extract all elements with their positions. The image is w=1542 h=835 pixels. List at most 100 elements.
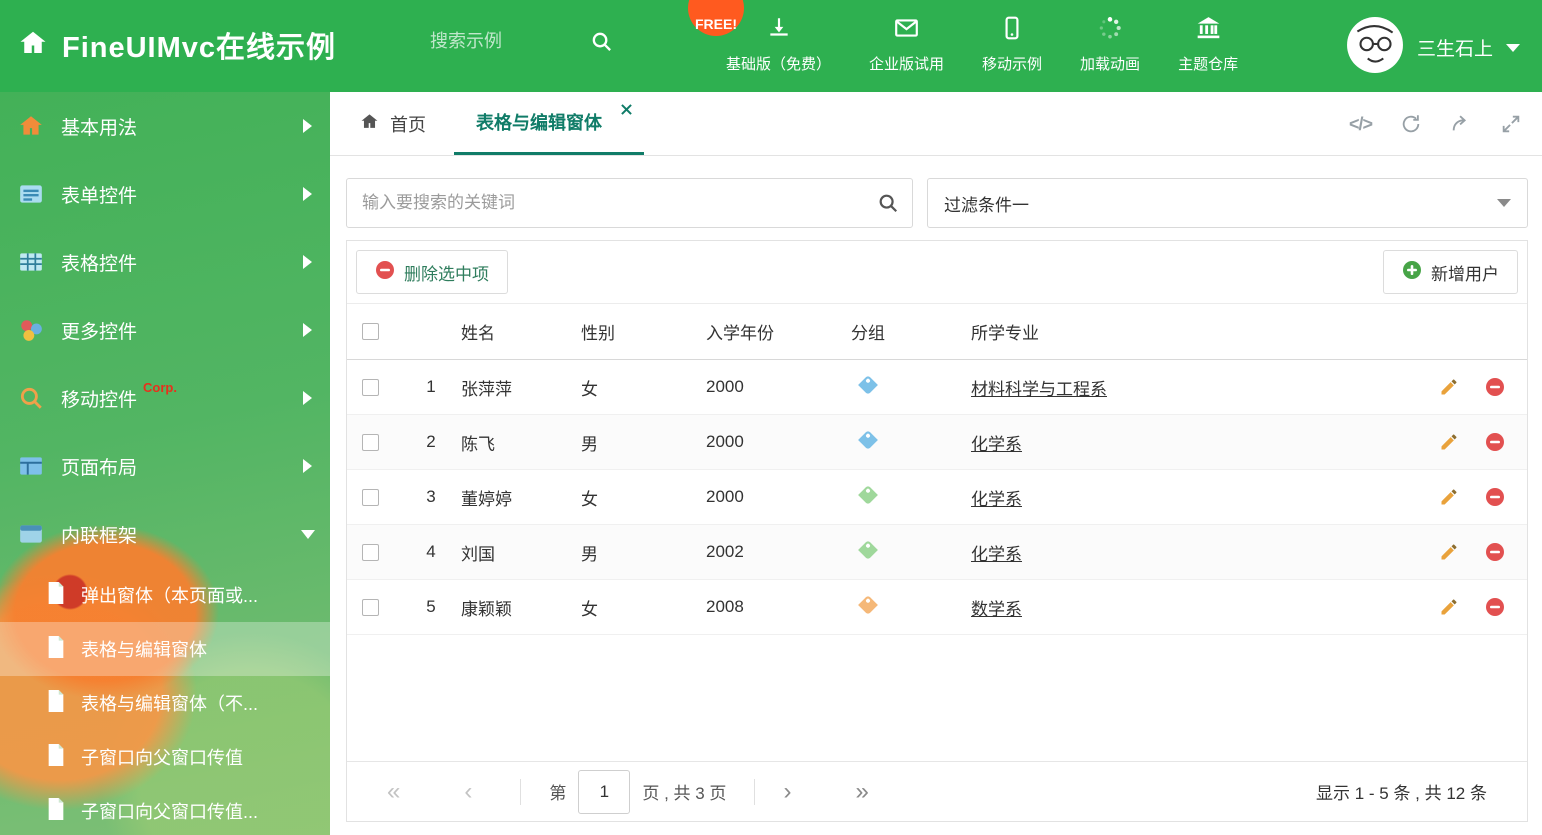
edit-icon[interactable] bbox=[1439, 432, 1459, 452]
nav-theme-repo[interactable]: 主题仓库 bbox=[1178, 15, 1238, 74]
iframe-icon bbox=[18, 521, 44, 547]
edit-icon[interactable] bbox=[1439, 597, 1459, 617]
sidebar-item-label: 基本用法 bbox=[61, 117, 138, 139]
page-number-input[interactable] bbox=[578, 769, 631, 814]
first-page-button[interactable]: « bbox=[387, 779, 400, 804]
add-user-button[interactable]: 新增用户 bbox=[1383, 250, 1518, 294]
major-link[interactable]: 化学系 bbox=[971, 435, 1022, 454]
sidebar: 基本用法 表单控件 表格控件 更多控件 移动控件 Corp. 页面布局 内联框架… bbox=[0, 92, 330, 835]
nav-basic-edition[interactable]: 基础版（免费） bbox=[726, 15, 831, 74]
chevron-right-icon bbox=[303, 255, 312, 269]
row-checkbox[interactable] bbox=[362, 378, 379, 396]
tab-label: 表格与编辑窗体 bbox=[476, 113, 602, 133]
edit-icon[interactable] bbox=[1439, 542, 1459, 562]
sidebar-child-popup-window[interactable]: 弹出窗体（本页面或... bbox=[0, 568, 330, 622]
sidebar-child-grid-edit-window-2[interactable]: 表格与编辑窗体（不... bbox=[0, 676, 330, 730]
pagination-bar: « ‹ 第 页 , 共 3 页 › » 显示 1 - 5 条 , 共 12 条 bbox=[347, 761, 1527, 821]
page-prefix-label: 第 bbox=[549, 784, 567, 803]
sidebar-item-mobile-controls[interactable]: 移动控件 Corp. bbox=[0, 364, 330, 432]
plus-circle-icon bbox=[1402, 260, 1422, 285]
free-badge: FREE! bbox=[688, 0, 744, 36]
select-all-checkbox[interactable] bbox=[362, 323, 379, 340]
page-icon bbox=[46, 689, 66, 717]
major-link[interactable]: 数学系 bbox=[971, 600, 1022, 619]
nav-label: 移动示例 bbox=[982, 56, 1043, 73]
user-menu[interactable]: 三生石上 bbox=[1346, 16, 1520, 79]
sidebar-item-grid-controls[interactable]: 表格控件 bbox=[0, 228, 330, 296]
delete-row-icon[interactable] bbox=[1485, 487, 1505, 507]
cell-year: 2000 bbox=[706, 487, 744, 506]
sidebar-child-child-to-parent[interactable]: 子窗口向父窗口传值 bbox=[0, 730, 330, 784]
next-page-button[interactable]: › bbox=[783, 779, 791, 804]
column-gender: 性别 bbox=[581, 324, 615, 343]
sidebar-item-basic-usage[interactable]: 基本用法 bbox=[0, 92, 330, 160]
sidebar-child-child-to-parent-2[interactable]: 子窗口向父窗口传值... bbox=[0, 784, 330, 835]
cell-gender: 女 bbox=[581, 599, 598, 619]
spinner-icon bbox=[1097, 15, 1123, 46]
filter-dropdown[interactable]: 过滤条件一 bbox=[927, 178, 1528, 228]
cell-year: 2000 bbox=[706, 377, 744, 396]
nav-label: 加载动画 bbox=[1080, 56, 1141, 73]
major-link[interactable]: 化学系 bbox=[971, 490, 1022, 509]
nav-mobile-demo[interactable]: 移动示例 bbox=[982, 15, 1042, 74]
row-checkbox[interactable] bbox=[362, 488, 379, 506]
chevron-down-icon bbox=[301, 529, 315, 539]
tab-grid-edit-window[interactable]: 表格与编辑窗体 bbox=[454, 92, 644, 155]
sidebar-item-more-controls[interactable]: 更多控件 bbox=[0, 296, 330, 364]
table-row: 5 康颖颖 女 2008 数学系 bbox=[347, 580, 1527, 635]
header-search[interactable] bbox=[430, 30, 640, 53]
fullscreen-icon[interactable] bbox=[1500, 113, 1522, 135]
row-index: 4 bbox=[426, 542, 436, 561]
tab-home[interactable]: 首页 bbox=[330, 92, 454, 155]
row-checkbox[interactable] bbox=[362, 433, 379, 451]
app-title: FineUIMvc在线示例 bbox=[62, 32, 337, 64]
column-year: 入学年份 bbox=[706, 324, 774, 343]
filter-row: 过滤条件一 bbox=[346, 178, 1528, 228]
widgets-icon bbox=[18, 317, 44, 343]
prev-page-button[interactable]: ‹ bbox=[464, 779, 472, 804]
edit-icon[interactable] bbox=[1439, 487, 1459, 507]
keyword-search-input[interactable] bbox=[346, 178, 913, 228]
add-user-label: 新增用户 bbox=[1431, 264, 1499, 284]
sidebar-item-page-layout[interactable]: 页面布局 bbox=[0, 432, 330, 500]
refresh-icon[interactable] bbox=[1400, 113, 1422, 135]
header-search-input[interactable] bbox=[430, 31, 590, 52]
row-checkbox[interactable] bbox=[362, 543, 379, 561]
nav-enterprise-trial[interactable]: 企业版试用 bbox=[869, 15, 944, 74]
search-icon[interactable] bbox=[590, 30, 613, 53]
filter-dropdown-value: 过滤条件一 bbox=[944, 195, 1029, 215]
table-row: 1 张萍萍 女 2000 材料科学与工程系 bbox=[347, 360, 1527, 415]
sidebar-child-grid-edit-window[interactable]: 表格与编辑窗体 bbox=[0, 622, 330, 676]
major-link[interactable]: 材料科学与工程系 bbox=[971, 380, 1107, 399]
delete-row-icon[interactable] bbox=[1485, 432, 1505, 452]
delete-selected-button[interactable]: 删除选中项 bbox=[356, 250, 508, 294]
delete-selected-label: 删除选中项 bbox=[404, 264, 489, 284]
chevron-right-icon bbox=[303, 391, 312, 405]
last-page-button[interactable]: » bbox=[855, 779, 868, 804]
close-icon[interactable] bbox=[621, 104, 632, 115]
bank-icon bbox=[1195, 15, 1222, 46]
cell-year: 2008 bbox=[706, 597, 744, 616]
table-row: 3 董婷婷 女 2000 化学系 bbox=[347, 470, 1527, 525]
nav-loading-animation[interactable]: 加载动画 bbox=[1080, 15, 1140, 74]
cell-name: 董婷婷 bbox=[461, 489, 512, 509]
chevron-right-icon bbox=[303, 459, 312, 473]
sidebar-item-label: 表单控件 bbox=[61, 185, 138, 207]
edit-icon[interactable] bbox=[1439, 377, 1459, 397]
nav-label: 主题仓库 bbox=[1178, 56, 1239, 73]
delete-row-icon[interactable] bbox=[1485, 377, 1505, 397]
delete-row-icon[interactable] bbox=[1485, 542, 1505, 562]
sidebar-item-form-controls[interactable]: 表单控件 bbox=[0, 160, 330, 228]
envelope-icon bbox=[893, 15, 920, 46]
table-header-row: 姓名 性别 入学年份 分组 所学专业 bbox=[347, 303, 1527, 360]
sidebar-item-label: 表格控件 bbox=[61, 253, 138, 275]
delete-row-icon[interactable] bbox=[1485, 597, 1505, 617]
sidebar-item-iframe[interactable]: 内联框架 bbox=[0, 500, 330, 568]
major-link[interactable]: 化学系 bbox=[971, 545, 1022, 564]
sidebar-item-label: 移动控件 bbox=[61, 389, 138, 411]
brand[interactable]: FineUIMvc在线示例 bbox=[18, 24, 336, 66]
open-new-window-icon[interactable] bbox=[1450, 113, 1472, 135]
search-icon[interactable] bbox=[877, 192, 899, 214]
main-content: 首页 表格与编辑窗体 </> 输入要搜索的关键词 过滤条件一 删除选中项 新增用… bbox=[330, 92, 1542, 835]
row-checkbox[interactable] bbox=[362, 598, 379, 616]
